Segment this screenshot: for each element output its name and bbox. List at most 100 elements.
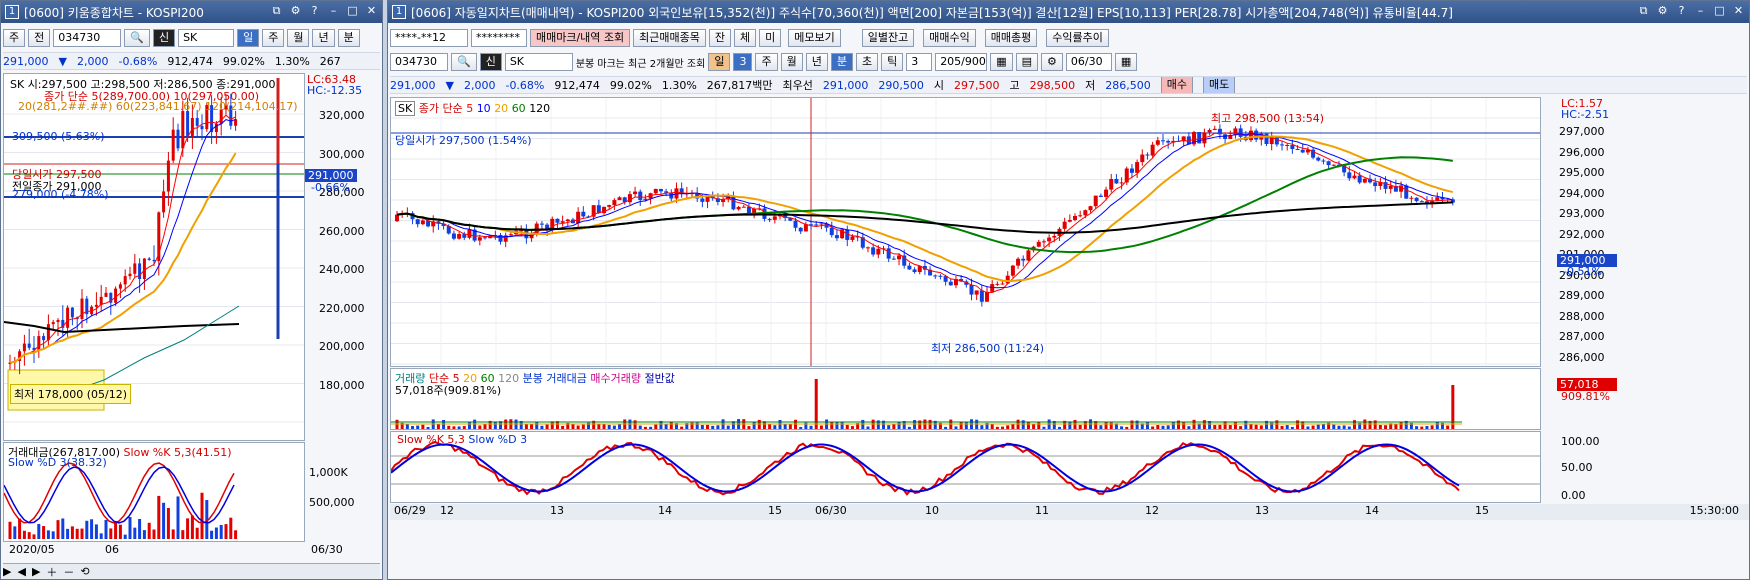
candle-body bbox=[1016, 258, 1021, 266]
tab-day[interactable]: 일 bbox=[708, 53, 731, 71]
search-icon[interactable]: 🔍 bbox=[124, 29, 150, 47]
right-price-marker-rate: -0.51% bbox=[1563, 265, 1602, 278]
account-select[interactable]: ****-**12 bbox=[390, 29, 468, 47]
reset-icon[interactable]: ⟲ bbox=[80, 565, 89, 578]
extra-value: 267 bbox=[319, 54, 341, 68]
day-count-select[interactable]: 3 bbox=[733, 53, 753, 71]
interval-select[interactable]: 3 bbox=[906, 53, 933, 71]
candle-body bbox=[1347, 172, 1352, 179]
tab-tick[interactable]: 틱 bbox=[881, 53, 904, 71]
tab-day[interactable]: 일 bbox=[237, 29, 260, 47]
volume-bar bbox=[1435, 421, 1439, 429]
right-stoch-chart[interactable]: Slow %K 5,3 Slow %D 3 bbox=[390, 431, 1541, 503]
volume-bar bbox=[1161, 425, 1165, 429]
period-select[interactable]: 주 bbox=[3, 29, 26, 47]
left-price-chart[interactable]: SK 시:297,500 고:298,500 저:286,500 종:291,0… bbox=[3, 73, 305, 441]
right-volume-chart[interactable]: 거래량 단순 5 20 60 120 분봉 거래대금 매수거래량 절반값 57,… bbox=[390, 368, 1541, 430]
maximize-icon[interactable]: □ bbox=[346, 4, 359, 18]
stoch-legend: Slow %K 5,3 Slow %D 3 bbox=[397, 433, 527, 446]
memo-button[interactable]: 메모보기 bbox=[788, 29, 841, 47]
tab-month[interactable]: 월 bbox=[287, 29, 310, 47]
daily-balance-button[interactable]: 일별잔고 bbox=[861, 29, 915, 47]
candle-body bbox=[1280, 144, 1285, 146]
tab-week[interactable]: 주 bbox=[755, 53, 778, 71]
right-y-tick: 292,000 bbox=[1559, 227, 1605, 241]
stoch-tick-50: 50.00 bbox=[1561, 461, 1593, 474]
minimize-icon[interactable]: – bbox=[1694, 4, 1707, 18]
tab-second[interactable]: 초 bbox=[855, 53, 879, 71]
search-icon[interactable]: 🔍 bbox=[451, 53, 477, 71]
candle-body bbox=[607, 205, 612, 207]
volume-bar bbox=[478, 425, 482, 429]
volume-bar bbox=[181, 530, 185, 539]
candle-body bbox=[171, 129, 175, 161]
candle-body bbox=[1021, 258, 1026, 261]
maximize-icon[interactable]: □ bbox=[1713, 4, 1726, 18]
zoom-in-icon[interactable]: ＋ bbox=[46, 564, 57, 580]
recent-trades-button[interactable]: 최근매매종목 bbox=[633, 29, 706, 47]
tab-minute[interactable]: 분 bbox=[830, 53, 853, 71]
left-toolbar: 주 전 034730 🔍 신 SK 일 주 월 년 분 bbox=[3, 27, 380, 49]
play-icon[interactable]: ▶ bbox=[3, 565, 11, 578]
help-icon[interactable]: ? bbox=[1675, 4, 1688, 18]
volume-bar bbox=[219, 524, 223, 539]
close-icon[interactable]: ✕ bbox=[365, 4, 378, 18]
executed-button[interactable]: 체 bbox=[734, 29, 757, 47]
settings-icon[interactable]: ⚙ bbox=[289, 4, 302, 18]
volume-bar bbox=[887, 425, 891, 429]
tool-icon[interactable]: ▦ bbox=[990, 53, 1013, 71]
link-icon[interactable]: ⧉ bbox=[270, 4, 283, 18]
minimize-icon[interactable]: – bbox=[327, 4, 340, 18]
right-price-chart[interactable]: SK 종가 단순 5 10 20 60 120 당일시가 297,500 (1.… bbox=[390, 97, 1541, 367]
volume-bar bbox=[1394, 424, 1398, 429]
volume-bar bbox=[980, 425, 984, 429]
prev-button[interactable]: 전 bbox=[28, 29, 51, 47]
candle-body bbox=[467, 229, 472, 238]
password-field[interactable]: ******** bbox=[471, 29, 527, 47]
volume-bar bbox=[540, 425, 544, 429]
hc-value: HC:-12.35 bbox=[307, 84, 363, 97]
grid-icon[interactable]: ▤ bbox=[1015, 53, 1038, 71]
buy-button[interactable]: 매수 bbox=[1160, 77, 1194, 93]
left-volume-axis: 1,000K 500,000 bbox=[305, 442, 382, 542]
link-icon[interactable]: ⧉ bbox=[1637, 4, 1650, 18]
scroll-right-icon[interactable]: ▶ bbox=[32, 565, 40, 578]
trade-profit-button[interactable]: 매매수익 bbox=[923, 29, 976, 47]
date-field[interactable]: 06/30 bbox=[1065, 53, 1112, 71]
scroll-left-icon[interactable]: ◀ bbox=[17, 565, 25, 578]
volume-bar bbox=[1099, 425, 1103, 429]
tab-minute[interactable]: 분 bbox=[337, 29, 360, 47]
trade-review-button[interactable]: 매매총평 bbox=[984, 29, 1038, 47]
candle-body bbox=[1207, 129, 1212, 133]
volume-bar bbox=[638, 425, 642, 429]
code-input[interactable]: 034730 bbox=[53, 29, 122, 47]
trade-amount: 267,817백만 bbox=[706, 79, 773, 92]
volume-bar bbox=[171, 529, 175, 539]
left-volume-stoch-chart[interactable]: 거래대금(267,817.00) Slow %K 5,3(41.51) Slow… bbox=[3, 442, 305, 542]
balance-button[interactable]: 잔 bbox=[708, 29, 732, 47]
unfilled-button[interactable]: 미 bbox=[759, 29, 782, 47]
volume-bar bbox=[99, 533, 103, 539]
calendar-icon[interactable]: ▦ bbox=[1114, 53, 1138, 71]
return-trend-button[interactable]: 수익률추이 bbox=[1046, 29, 1109, 47]
right-code-input[interactable]: 034730 bbox=[390, 53, 448, 71]
candle-body bbox=[933, 275, 938, 277]
tab-month[interactable]: 월 bbox=[780, 53, 803, 71]
candle-body bbox=[653, 188, 658, 194]
help-icon[interactable]: ? bbox=[308, 4, 321, 18]
volume-bar bbox=[995, 426, 999, 429]
tab-year[interactable]: 년 bbox=[312, 29, 335, 47]
candle-body bbox=[37, 336, 41, 350]
sell-button[interactable]: 매도 bbox=[1203, 77, 1236, 93]
close-icon[interactable]: ✕ bbox=[1732, 4, 1745, 18]
candle-body bbox=[1145, 154, 1150, 156]
trade-mark-button[interactable]: 매매마크/내역 조회 bbox=[530, 29, 631, 47]
settings-icon[interactable]: ⚙ bbox=[1656, 4, 1669, 18]
left-x-axis: 2020/05 06 06/30 bbox=[3, 543, 382, 559]
tab-week[interactable]: 주 bbox=[262, 29, 285, 47]
candle-body bbox=[395, 214, 399, 222]
zoom-out-icon[interactable]: － bbox=[63, 564, 74, 580]
count-field[interactable]: 205/900 bbox=[935, 53, 988, 71]
gear-icon[interactable]: ⚙ bbox=[1041, 53, 1063, 71]
tab-year[interactable]: 년 bbox=[805, 53, 828, 71]
